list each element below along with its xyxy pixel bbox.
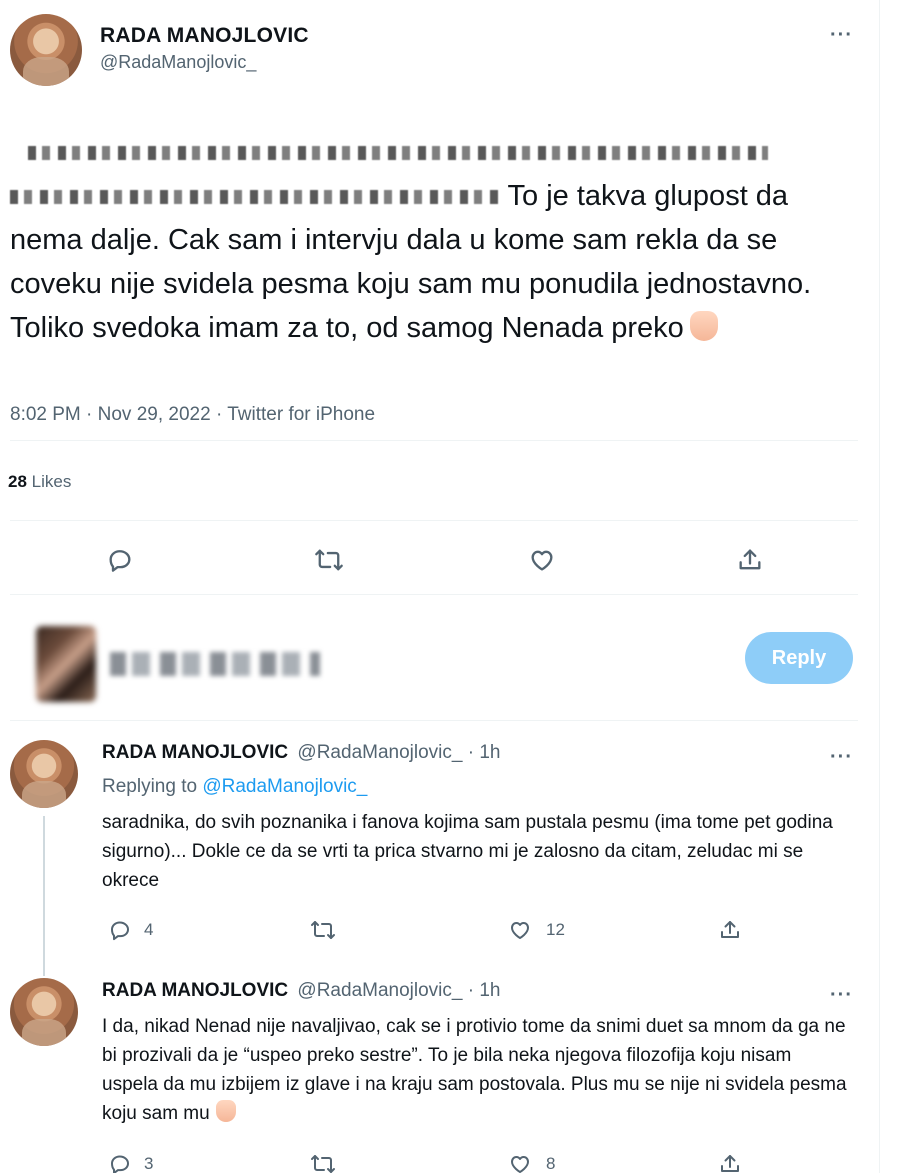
reply-count: 4	[144, 920, 154, 939]
replying-handle-link[interactable]: @RadaManojlovic_	[202, 776, 367, 797]
pointing-down-emoji-icon	[689, 311, 718, 341]
reply-actions: 4 12	[102, 918, 752, 944]
thread-line	[43, 816, 45, 976]
like-icon[interactable]: 12	[508, 918, 565, 942]
reply-icon[interactable]	[106, 546, 134, 574]
share-icon[interactable]	[718, 1152, 742, 1173]
divider	[10, 594, 858, 595]
share-icon[interactable]	[736, 546, 764, 574]
divider	[10, 720, 858, 721]
divider	[10, 520, 858, 521]
reply-icon[interactable]: 3	[108, 1152, 153, 1173]
viewer-avatar	[36, 626, 96, 702]
reply-header[interactable]: RADA MANOJLOVIC @RadaManojlovic_ · 1h	[102, 980, 500, 1002]
timeline-border	[879, 0, 880, 1173]
like-count: 12	[546, 920, 565, 939]
retweet-icon[interactable]	[310, 918, 336, 942]
text-body: To je takva glupost da nema dalje. Cak s…	[10, 174, 858, 350]
redacted-text	[28, 146, 768, 161]
tweet-text: To je takva glupost da nema dalje. Cak s…	[10, 130, 858, 350]
likes-count: 28	[8, 472, 27, 491]
reply-composer: Reply	[10, 614, 858, 704]
retweet-icon[interactable]	[314, 546, 344, 574]
handle[interactable]: @RadaManojlovic_	[100, 52, 309, 73]
more-options-icon[interactable]: ···	[830, 24, 853, 47]
like-count: 8	[546, 1154, 556, 1173]
reply-tweet[interactable]: RADA MANOJLOVIC @RadaManojlovic_ · 1h ··…	[10, 740, 858, 976]
handle-time[interactable]: @RadaManojlovic_ · 1h	[297, 742, 500, 763]
likes-stat[interactable]: 28 Likes	[8, 472, 71, 492]
reply-text: I da, nikad Nenad nije navaljivao, cak s…	[102, 1012, 852, 1128]
reply-header[interactable]: RADA MANOJLOVIC @RadaManojlovic_ · 1h	[102, 742, 500, 764]
likes-label: Likes	[31, 472, 72, 491]
reply-button[interactable]: Reply	[745, 632, 853, 684]
share-icon[interactable]	[718, 918, 742, 942]
avatar[interactable]	[10, 740, 78, 808]
more-options-icon[interactable]: ···	[830, 746, 853, 769]
replying-prefix: Replying to	[102, 776, 198, 797]
tweet-actions	[10, 540, 858, 580]
reply-count: 3	[144, 1154, 154, 1173]
replying-to: Replying to @RadaManojlovic_	[102, 776, 367, 798]
display-name[interactable]: RADA MANOJLOVIC	[102, 980, 288, 1001]
more-options-icon[interactable]: ···	[830, 984, 853, 1007]
author-block[interactable]: RADA MANOJLOVIC @RadaManojlovic_	[100, 24, 309, 73]
redacted-line-1	[10, 130, 858, 174]
avatar[interactable]	[10, 14, 82, 86]
display-name[interactable]: RADA MANOJLOVIC	[100, 24, 309, 48]
redacted-placeholder[interactable]	[110, 652, 320, 676]
tweet-timestamp[interactable]: 8:02 PM · Nov 29, 2022 · Twitter for iPh…	[10, 404, 375, 426]
retweet-icon[interactable]	[310, 1152, 336, 1173]
reply-text-body: I da, nikad Nenad nije navaljivao, cak s…	[102, 1016, 847, 1124]
reply-actions: 3 8	[102, 1152, 752, 1173]
reply-icon[interactable]: 4	[108, 918, 153, 942]
reply-text: saradnika, do svih poznanika i fanova ko…	[102, 812, 833, 891]
like-icon[interactable]	[528, 546, 556, 574]
redacted-text	[10, 190, 500, 205]
reply-tweet[interactable]: RADA MANOJLOVIC @RadaManojlovic_ · 1h ··…	[10, 978, 858, 1173]
avatar[interactable]	[10, 978, 78, 1046]
pointing-down-emoji-icon	[215, 1100, 236, 1122]
divider	[10, 440, 858, 441]
like-icon[interactable]: 8	[508, 1152, 555, 1173]
handle-time[interactable]: @RadaManojlovic_ · 1h	[297, 980, 500, 1001]
display-name[interactable]: RADA MANOJLOVIC	[102, 742, 288, 763]
